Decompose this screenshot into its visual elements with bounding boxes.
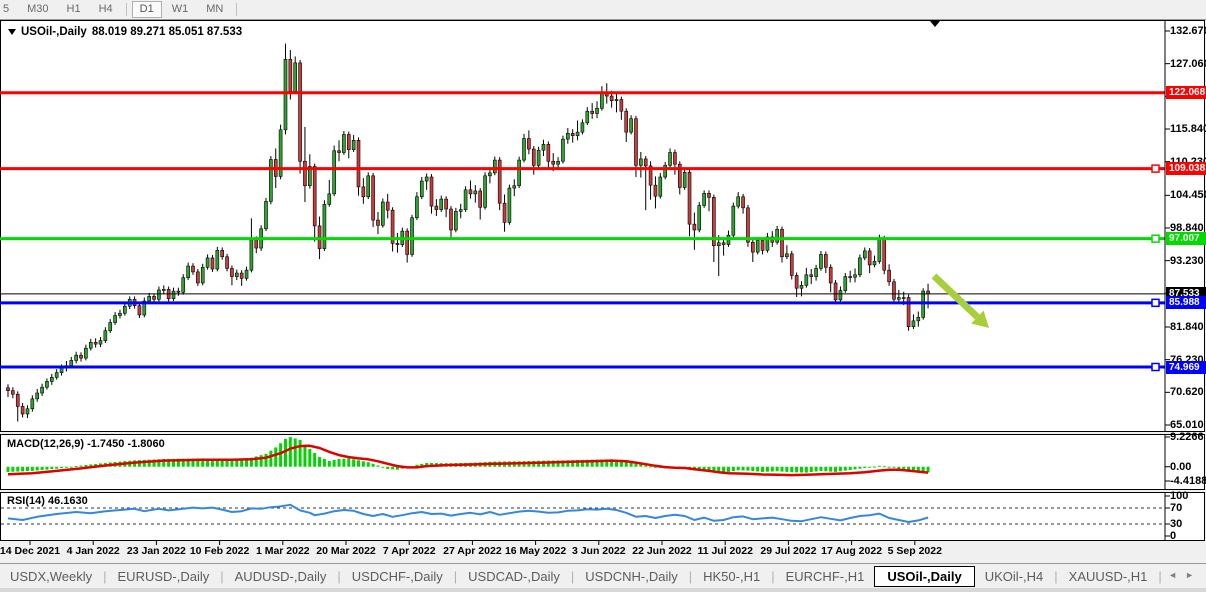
macd-axis-label: -4.4188 — [1170, 475, 1206, 487]
period-button-M30[interactable]: M30 — [19, 1, 56, 18]
tab-eurusd-daily[interactable]: EURUSD-,Daily — [108, 567, 220, 586]
chart-title-arrow-icon — [8, 29, 16, 35]
date-label: 17 Aug 2022 — [821, 545, 882, 557]
macd-axis-label: 9.2266 — [1170, 431, 1204, 443]
chart-ohlc-values: 88.019 89.271 85.051 87.533 — [92, 26, 242, 38]
price-axis-label: 65.010 — [1170, 419, 1204, 431]
date-label: 11 Jul 2022 — [697, 545, 752, 557]
tab-usdchf-daily[interactable]: USDCHF-,Daily — [342, 567, 453, 586]
price-badge-97.007: 97.007 — [1166, 232, 1206, 245]
period-button-5[interactable]: 5 — [0, 1, 17, 18]
rsi-axis-label: 0 — [1170, 530, 1176, 542]
toolbar-separator — [236, 3, 237, 16]
price-badge-74.969: 74.969 — [1166, 361, 1206, 374]
tab-hk50-h1[interactable]: HK50-,H1 — [693, 567, 770, 586]
period-button-W1[interactable]: W1 — [164, 1, 197, 18]
window-bottom-strip — [0, 588, 1206, 592]
period-button-MN[interactable]: MN — [198, 1, 231, 18]
rsi-indicator-label: RSI(14) 46.1630 — [7, 495, 88, 507]
chart-symbol-period: USOil-,Daily — [21, 26, 87, 38]
date-label: 7 Apr 2022 — [383, 545, 436, 557]
tab-xauusd-h1[interactable]: XAUUSD-,H1 — [1059, 567, 1158, 586]
period-button-H1[interactable]: H1 — [59, 1, 89, 18]
date-label: 3 Jun 2022 — [572, 545, 626, 557]
tab-usdx-weekly[interactable]: USDX,Weekly — [0, 567, 102, 586]
price-axis-label: 81.840 — [1170, 321, 1204, 333]
period-button-H4[interactable]: H4 — [91, 1, 121, 18]
price-badge-122.068: 122.068 — [1166, 86, 1206, 99]
macd-panel[interactable] — [0, 434, 1205, 490]
rsi-axis-label: 100 — [1170, 490, 1188, 502]
rsi-panel[interactable] — [0, 492, 1205, 541]
date-label: 23 Jan 2022 — [127, 545, 186, 557]
date-label: 1 Mar 2022 — [256, 545, 310, 557]
period-button-D1[interactable]: D1 — [132, 1, 162, 18]
price-badge-85.988: 85.988 — [1166, 296, 1206, 309]
date-label: 20 Mar 2022 — [316, 545, 376, 557]
date-label: 5 Sep 2022 — [888, 545, 942, 557]
date-label: 16 May 2022 — [505, 545, 566, 557]
price-axis-label: 93.230 — [1170, 255, 1204, 267]
chart-tab-bar: USDX,Weekly|EURUSD-,Daily|AUDUSD-,Daily|… — [0, 563, 1206, 589]
price-axis-label: 115.840 — [1170, 123, 1206, 135]
date-label: 27 Apr 2022 — [443, 545, 502, 557]
main-chart-panel[interactable] — [0, 20, 1205, 432]
tab-audusd-daily[interactable]: AUDUSD-,Daily — [225, 567, 337, 586]
rsi-axis-label: 70 — [1170, 502, 1182, 514]
tab-usdcad-daily[interactable]: USDCAD-,Daily — [458, 567, 570, 586]
price-axis-label: 127.060 — [1170, 58, 1206, 70]
date-label: 29 Jul 2022 — [760, 545, 816, 557]
toolbar-separator — [126, 3, 127, 16]
tab-scroll-arrows[interactable]: ◄► — [1168, 570, 1202, 580]
price-axis-label: 104.450 — [1170, 189, 1206, 201]
price-axis-label: 132.670 — [1170, 25, 1206, 37]
tab-usdcnh-daily[interactable]: USDCNH-,Daily — [575, 567, 687, 586]
timeframe-toolbar: 5M30H1H4 D1W1MN — [0, 0, 1206, 20]
tab-usoil-daily[interactable]: USOil-,Daily — [874, 566, 974, 587]
tab-eurchf-h1[interactable]: EURCHF-,H1 — [776, 567, 875, 586]
date-label: 10 Feb 2022 — [190, 545, 250, 557]
price-axis-label: 70.620 — [1170, 386, 1204, 398]
rsi-axis-label: 30 — [1170, 518, 1182, 530]
date-label: 4 Jan 2022 — [67, 545, 120, 557]
macd-axis-label: 0.00 — [1170, 461, 1191, 473]
chart-title: USOil-,Daily 88.019 89.271 85.051 87.533 — [8, 26, 242, 38]
price-badge-109.038: 109.038 — [1166, 162, 1206, 175]
macd-indicator-label: MACD(12,26,9) -1.7450 -1.8060 — [7, 438, 165, 450]
tab-ukoil-h4[interactable]: UKOil-,H4 — [975, 567, 1054, 586]
date-label: 14 Dec 2021 — [0, 545, 60, 557]
date-label: 22 Jun 2022 — [632, 545, 692, 557]
tab-separator: | — [1157, 569, 1162, 584]
